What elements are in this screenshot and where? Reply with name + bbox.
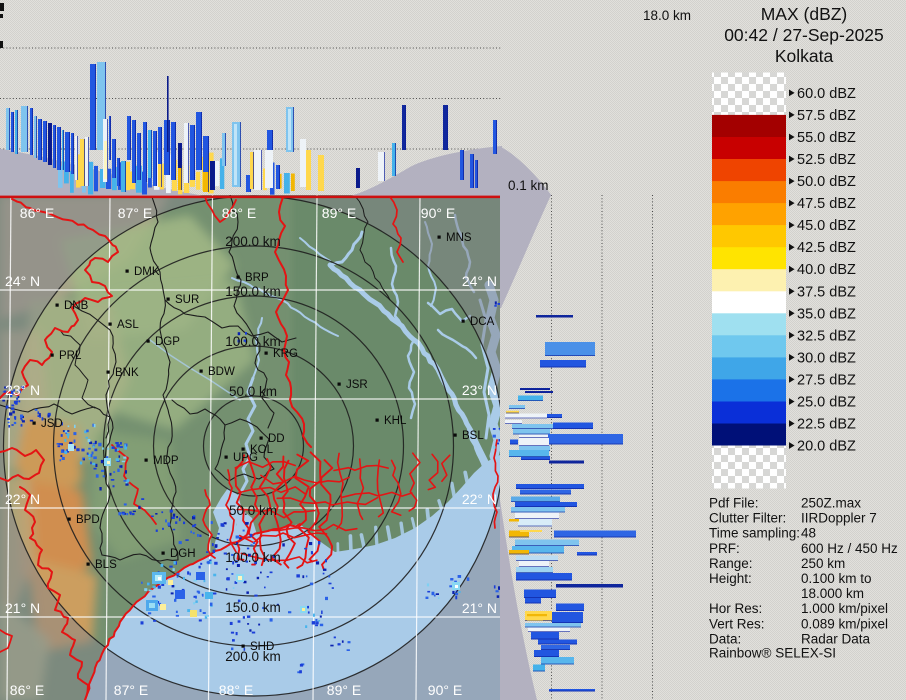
svg-text:42.5 dBZ: 42.5 dBZ [797,240,856,256]
svg-text:40.0 dBZ: 40.0 dBZ [797,262,856,278]
svg-text:Rainbow® SELEX-SI: Rainbow® SELEX-SI [709,645,836,660]
svg-text:150.0 km: 150.0 km [225,600,281,615]
svg-text:32.5 dBZ: 32.5 dBZ [797,328,856,344]
svg-text:22° N: 22° N [462,491,497,507]
svg-text:0.089 km/pixel: 0.089 km/pixel [801,616,888,631]
svg-text:PRL: PRL [59,350,82,362]
svg-text:DGP: DGP [155,336,180,348]
svg-text:87° E: 87° E [118,205,152,221]
svg-text:ASL: ASL [117,319,139,331]
svg-text:Range:: Range: [709,556,753,571]
svg-text:21° N: 21° N [462,600,497,616]
svg-text:KHL: KHL [384,415,407,427]
svg-text:90° E: 90° E [428,682,462,698]
svg-text:DMK: DMK [134,266,160,278]
svg-text:88° E: 88° E [219,682,253,698]
svg-text:30.0 dBZ: 30.0 dBZ [797,350,856,366]
svg-text:Vert Res:: Vert Res: [709,616,765,631]
svg-text:Radar Data: Radar Data [801,631,871,646]
svg-text:Data:: Data: [709,631,741,646]
svg-text:DGH: DGH [170,548,196,560]
svg-text:Clutter Filter:: Clutter Filter: [709,511,786,526]
svg-text:52.5 dBZ: 52.5 dBZ [797,152,856,168]
svg-text:Hor Res:: Hor Res: [709,601,762,616]
svg-text:47.5 dBZ: 47.5 dBZ [797,196,856,212]
svg-text:48: 48 [801,526,816,541]
svg-text:27.5 dBZ: 27.5 dBZ [797,372,856,388]
svg-text:BLS: BLS [95,559,117,571]
svg-text:BDW: BDW [208,366,235,378]
svg-text:JSR: JSR [346,379,368,391]
svg-text:DCA: DCA [470,316,495,328]
svg-text:50.0 dBZ: 50.0 dBZ [797,174,856,190]
svg-text:89° E: 89° E [327,682,361,698]
svg-text:24° N: 24° N [5,273,40,289]
svg-text:86° E: 86° E [10,682,44,698]
svg-text:SHD: SHD [250,641,274,653]
svg-text:KRG: KRG [273,348,298,360]
svg-text:100.0 km: 100.0 km [225,334,281,349]
svg-text:87° E: 87° E [114,682,148,698]
svg-text:BSL: BSL [462,430,484,442]
svg-text:37.5 dBZ: 37.5 dBZ [797,284,856,300]
svg-text:JSD: JSD [41,418,63,430]
svg-text:PRF:: PRF: [709,541,740,556]
svg-text:UPG: UPG [233,452,258,464]
svg-text:BPD: BPD [76,514,100,526]
svg-text:20.0 dBZ: 20.0 dBZ [797,439,856,455]
svg-text:18.000 km: 18.000 km [801,586,864,601]
svg-text:21° N: 21° N [5,600,40,616]
svg-text:Pdf File:: Pdf File: [709,496,759,511]
svg-text:35.0 dBZ: 35.0 dBZ [797,306,856,322]
svg-text:IIRDoppler 7: IIRDoppler 7 [801,511,877,526]
svg-text:90° E: 90° E [421,205,455,221]
svg-text:200.0 km: 200.0 km [225,234,281,249]
svg-text:00:42 / 27-Sep-2025: 00:42 / 27-Sep-2025 [724,25,884,45]
svg-text:Time sampling:: Time sampling: [709,526,800,541]
svg-text:60.0 dBZ: 60.0 dBZ [797,86,856,102]
svg-text:BRP: BRP [245,272,269,284]
svg-text:100.0 km: 100.0 km [225,550,281,565]
svg-text:MNS: MNS [446,232,472,244]
svg-text:50.0 km: 50.0 km [229,384,277,399]
svg-text:23° N: 23° N [462,382,497,398]
svg-text:250Z.max: 250Z.max [801,496,861,511]
svg-text:18.0 km: 18.0 km [643,8,691,23]
svg-text:600 Hz / 450 Hz: 600 Hz / 450 Hz [801,541,898,556]
svg-text:SUR: SUR [175,294,199,306]
svg-text:24° N: 24° N [462,273,497,289]
svg-text:88° E: 88° E [222,205,256,221]
svg-text:57.5 dBZ: 57.5 dBZ [797,108,856,124]
svg-text:Kolkata: Kolkata [775,46,834,66]
svg-text:25.0 dBZ: 25.0 dBZ [797,395,856,411]
svg-text:BNK: BNK [115,367,139,379]
svg-text:250 km: 250 km [801,556,845,571]
svg-text:MAX (dBZ): MAX (dBZ) [761,4,848,24]
svg-text:DNB: DNB [64,300,89,312]
svg-text:MDP: MDP [153,455,179,467]
svg-text:22° N: 22° N [5,491,40,507]
svg-text:0.1 km: 0.1 km [508,178,549,193]
svg-text:1.000 km/pixel: 1.000 km/pixel [801,601,888,616]
svg-text:150.0 km: 150.0 km [225,284,281,299]
svg-text:23° N: 23° N [5,382,40,398]
svg-text:Height:: Height: [709,571,752,586]
svg-text:89° E: 89° E [322,205,356,221]
svg-text:45.0 dBZ: 45.0 dBZ [797,218,856,234]
svg-text:55.0 dBZ: 55.0 dBZ [797,130,856,146]
svg-text:22.5 dBZ: 22.5 dBZ [797,417,856,433]
svg-text:0.100 km to: 0.100 km to [801,571,872,586]
svg-text:86° E: 86° E [20,205,54,221]
svg-text:50.0 km: 50.0 km [229,503,277,518]
